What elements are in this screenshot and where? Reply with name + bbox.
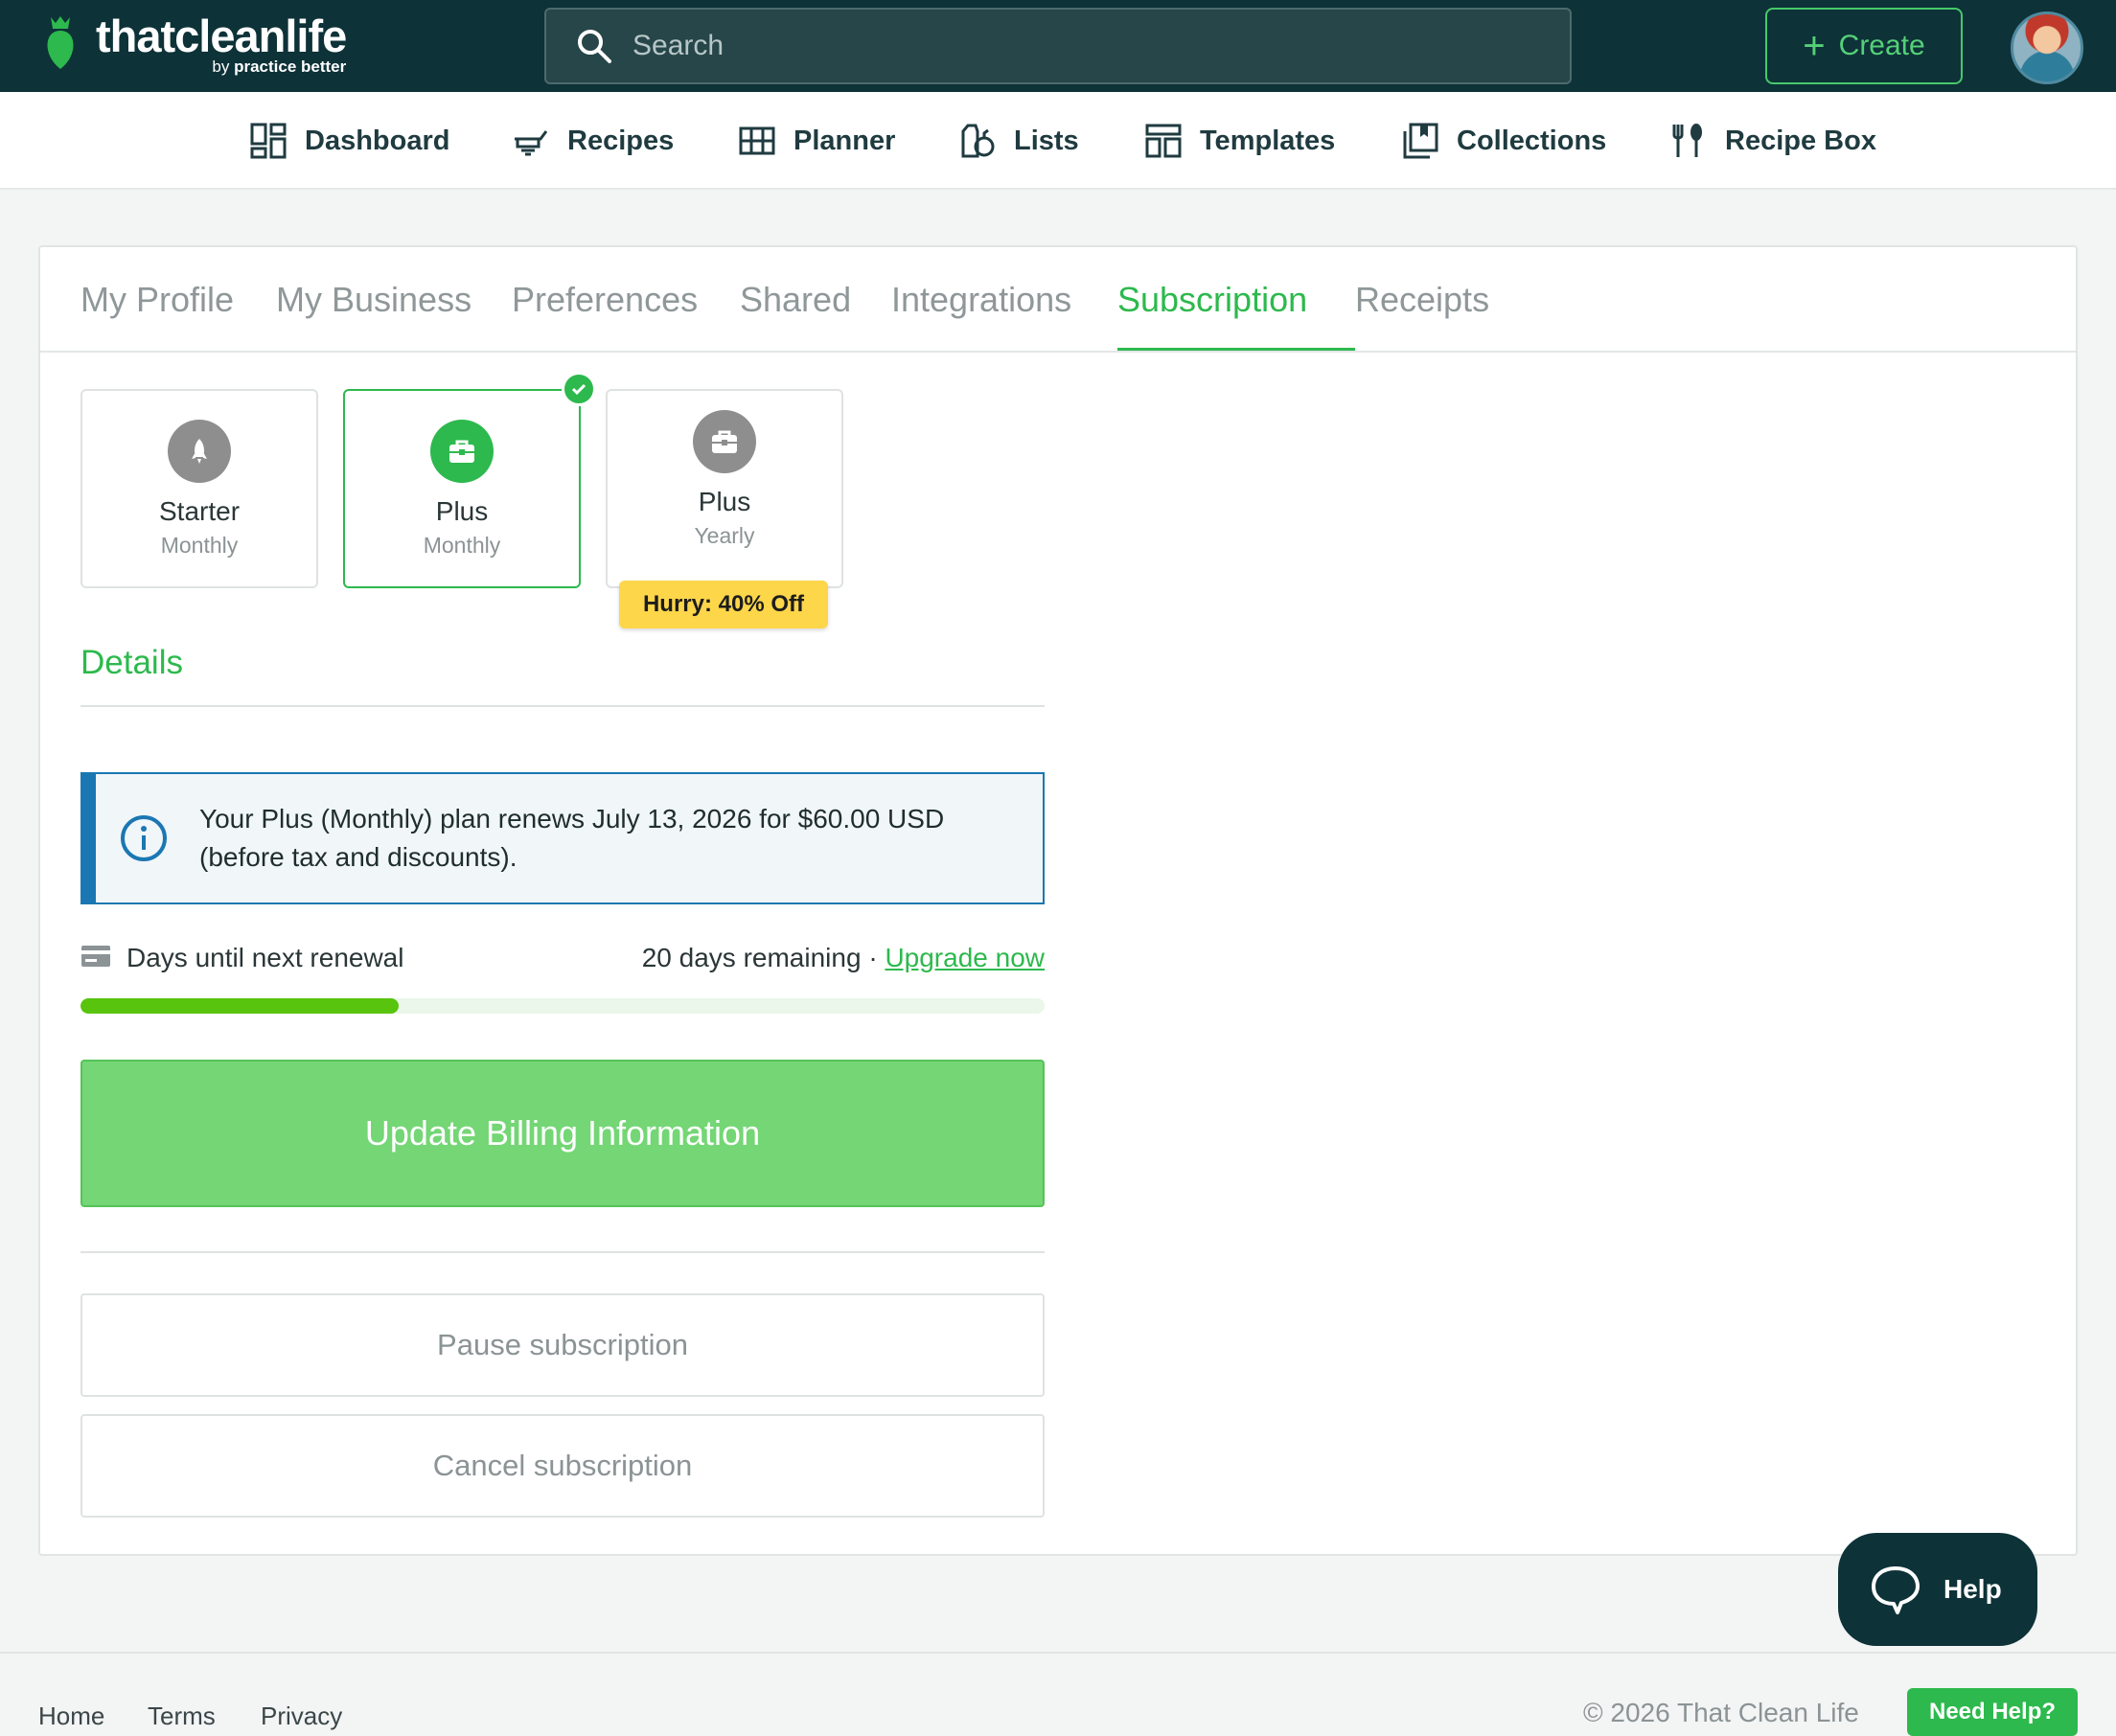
top-bar: thatcleanlife by practice better + Creat…: [0, 0, 2116, 92]
create-button[interactable]: + Create: [1765, 8, 1963, 84]
tab-my-business[interactable]: My Business: [276, 280, 472, 320]
plan-period: Monthly: [160, 533, 239, 558]
cancel-subscription-button[interactable]: Cancel subscription: [80, 1414, 1045, 1518]
nav-label: Collections: [1457, 125, 1607, 156]
nav-item-recipe-box[interactable]: Recipe Box: [1669, 115, 1876, 167]
nav-label: Templates: [1200, 125, 1336, 156]
update-billing-button[interactable]: Update Billing Information: [80, 1060, 1045, 1207]
footer-link-privacy[interactable]: Privacy: [261, 1702, 342, 1731]
settings-tabs: My Profile My Business Preferences Share…: [40, 247, 2076, 353]
user-avatar[interactable]: [2011, 11, 2083, 84]
briefcase-icon: [430, 420, 494, 483]
plan-card-starter-monthly[interactable]: Starter Monthly: [80, 389, 318, 588]
info-icon: [121, 815, 167, 861]
search-icon: [578, 30, 611, 63]
search-bar[interactable]: [544, 8, 1572, 84]
brand-by-name: practice better: [234, 57, 347, 76]
renewal-info-box: Your Plus (Monthly) plan renews July 13,…: [80, 772, 1045, 904]
footer-link-home[interactable]: Home: [38, 1702, 104, 1731]
help-label: Help: [1944, 1574, 2002, 1604]
nav-item-planner[interactable]: Planner: [738, 115, 895, 167]
days-remaining: 20 days remaining: [641, 943, 862, 972]
renewal-progress-bar: [80, 998, 1045, 1014]
upgrade-now-link[interactable]: Upgrade now: [885, 943, 1045, 972]
briefcase-icon: [693, 410, 756, 473]
nav-item-dashboard[interactable]: Dashboard: [249, 115, 449, 167]
renewal-progress-fill: [80, 998, 399, 1014]
tab-receipts[interactable]: Receipts: [1355, 280, 1489, 320]
tab-subscription[interactable]: Subscription: [1117, 280, 1307, 320]
details-heading: Details: [80, 644, 183, 681]
credit-card-icon: [81, 946, 110, 967]
nav-item-lists[interactable]: Lists: [958, 115, 1079, 167]
templates-icon: [1145, 124, 1182, 158]
tab-shared[interactable]: Shared: [740, 280, 851, 320]
divider: [80, 1251, 1045, 1253]
nav-item-templates[interactable]: Templates: [1144, 115, 1335, 167]
pause-subscription-button[interactable]: Pause subscription: [80, 1293, 1045, 1397]
copyright: © 2026 That Clean Life: [1583, 1698, 1859, 1727]
settings-card: My Profile My Business Preferences Share…: [38, 245, 2078, 1556]
separator: ·: [868, 943, 878, 972]
help-button[interactable]: Help: [1838, 1533, 2037, 1646]
nav-label: Planner: [794, 125, 896, 156]
tab-preferences[interactable]: Preferences: [512, 280, 698, 320]
dashboard-icon: [250, 123, 287, 159]
divider: [80, 705, 1045, 707]
plan-name: Plus: [698, 487, 751, 516]
main-nav: Dashboard Recipes Planner Lists Template…: [0, 92, 2116, 190]
plan-name: Starter: [158, 496, 241, 526]
active-tab-indicator: [1117, 348, 1355, 351]
nav-item-collections[interactable]: Collections: [1401, 115, 1606, 167]
nav-label: Dashboard: [305, 125, 450, 156]
create-label: Create: [1838, 30, 1925, 61]
lists-icon: [961, 124, 995, 158]
nav-label: Recipe Box: [1725, 125, 1876, 156]
fork-spoon-icon: [1672, 124, 1702, 157]
brand-by-prefix: by: [212, 57, 230, 76]
discount-badge: Hurry: 40% Off: [619, 581, 828, 628]
logo-leaf-icon: [47, 16, 74, 69]
renewal-label: Days until next renewal: [126, 943, 404, 972]
nav-label: Lists: [1014, 125, 1079, 156]
plan-period: Yearly: [694, 523, 755, 548]
brand-name: thatcleanlife: [96, 11, 347, 61]
plan-name: Plus: [435, 496, 489, 526]
selected-check-icon: [562, 372, 596, 406]
nav-item-recipes[interactable]: Recipes: [512, 115, 674, 167]
footer: Home Terms Privacy © 2026 That Clean Lif…: [0, 1652, 2116, 1736]
chat-bubble-icon: [1872, 1566, 1920, 1614]
tab-my-profile[interactable]: My Profile: [80, 280, 234, 320]
search-input[interactable]: [632, 30, 1495, 62]
planner-icon: [739, 126, 775, 155]
tab-integrations[interactable]: Integrations: [891, 280, 1071, 320]
plan-card-plus-monthly[interactable]: Plus Monthly: [343, 389, 581, 588]
renewal-info-text: Your Plus (Monthly) plan renews July 13,…: [199, 804, 945, 872]
collections-icon: [1403, 123, 1438, 159]
footer-link-terms[interactable]: Terms: [148, 1702, 216, 1731]
plan-card-plus-yearly[interactable]: Plus Yearly: [606, 389, 843, 588]
plus-icon: +: [1803, 25, 1826, 67]
need-help-button[interactable]: Need Help?: [1907, 1688, 2078, 1736]
brand-logo[interactable]: thatcleanlife by practice better: [44, 11, 347, 77]
renewal-row: Days until next renewal 20 days remainin…: [80, 941, 1045, 979]
renewal-status: 20 days remaining · Upgrade now: [642, 943, 1045, 973]
rocket-icon: [168, 420, 231, 483]
nav-label: Recipes: [567, 125, 675, 156]
recipes-icon: [515, 130, 548, 156]
plan-period: Monthly: [423, 533, 501, 558]
